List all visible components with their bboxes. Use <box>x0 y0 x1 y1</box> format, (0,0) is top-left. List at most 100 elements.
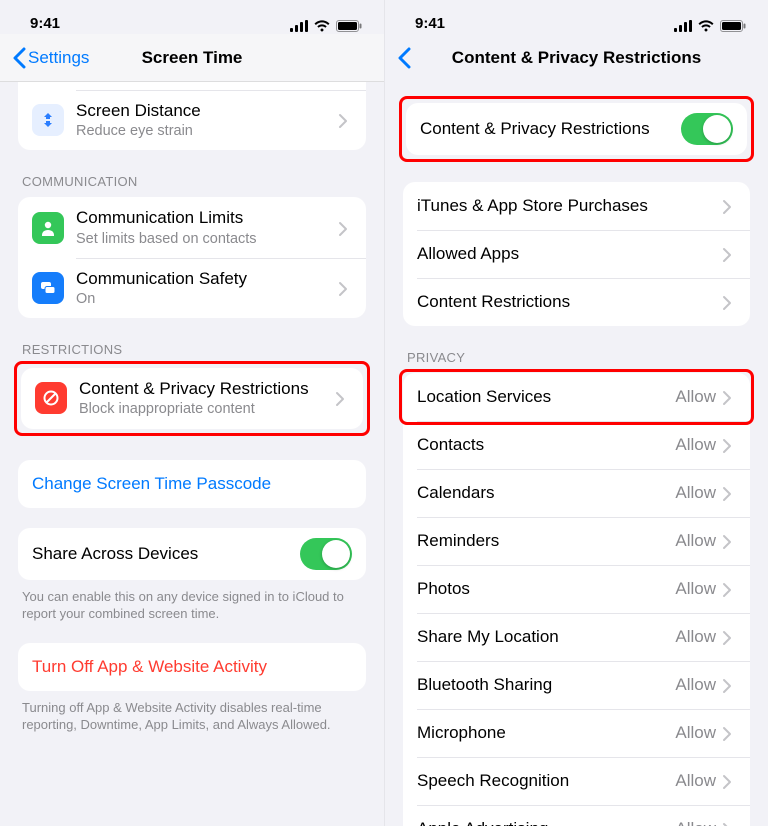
row-title: Turn Off App & Website Activity <box>32 656 352 677</box>
row-content-privacy-restrictions[interactable]: Content & Privacy Restrictions Block ina… <box>21 368 363 428</box>
nav-title: Content & Privacy Restrictions <box>385 48 768 68</box>
chevron-right-icon <box>722 486 736 500</box>
wifi-icon <box>698 20 714 32</box>
row-title: Speech Recognition <box>417 770 675 791</box>
row-value: Allow <box>675 435 716 455</box>
battery-icon <box>336 20 362 32</box>
row-cutoff-sub: Choose apps to allow at all times <box>76 82 352 85</box>
row-content-restrictions[interactable]: Content Restrictions <box>403 278 750 326</box>
chevron-right-icon <box>722 247 736 261</box>
row-sub: Block inappropriate content <box>79 400 335 418</box>
row-title: Content & Privacy Restrictions <box>420 118 681 139</box>
screen-time-screen: 9:41 Settings Screen Time <box>0 0 384 826</box>
row-communication-limits[interactable]: Communication Limits Set limits based on… <box>18 197 366 257</box>
row-cpr-toggle[interactable]: Content & Privacy Restrictions <box>406 103 747 155</box>
row-title: Screen Distance <box>76 100 338 121</box>
nav-title: Screen Time <box>0 48 384 68</box>
share-toggle[interactable] <box>300 538 352 570</box>
row-title: Share My Location <box>417 626 675 647</box>
row-itunes-purchases[interactable]: iTunes & App Store Purchases <box>403 182 750 230</box>
group-turn-off: Turn Off App & Website Activity Turning … <box>18 643 366 734</box>
chevron-right-icon <box>722 822 736 826</box>
row-share-across-devices[interactable]: Share Across Devices <box>18 528 366 580</box>
row-value: Allow <box>675 483 716 503</box>
row-value: Allow <box>675 723 716 743</box>
row-privacy-microphone[interactable]: MicrophoneAllow <box>403 709 750 757</box>
row-title: Reminders <box>417 530 675 551</box>
cpr-content: Content & Privacy Restrictions iTunes & … <box>385 82 768 826</box>
highlight-box-cpr-toggle: Content & Privacy Restrictions <box>399 96 754 162</box>
chevron-right-icon <box>722 774 736 788</box>
row-privacy-share-my-location[interactable]: Share My LocationAllow <box>403 613 750 661</box>
chevron-right-icon <box>338 221 352 235</box>
chevron-right-icon <box>338 113 352 127</box>
group-share: Share Across Devices You can enable this… <box>18 528 366 623</box>
section-header-communication: COMMUNICATION <box>18 174 366 197</box>
row-privacy-photos[interactable]: PhotosAllow <box>403 565 750 613</box>
chevron-right-icon <box>722 582 736 596</box>
screen-distance-icon <box>32 104 64 136</box>
row-value: Allow <box>675 819 716 826</box>
chevron-right-icon <box>722 199 736 213</box>
row-title: iTunes & App Store Purchases <box>417 195 722 216</box>
row-privacy-bluetooth-sharing[interactable]: Bluetooth SharingAllow <box>403 661 750 709</box>
row-title: Allowed Apps <box>417 243 722 264</box>
chevron-right-icon <box>722 534 736 548</box>
row-title: Photos <box>417 578 675 599</box>
row-privacy-location-services[interactable]: Location ServicesAllow <box>403 373 750 421</box>
row-value: Allow <box>675 627 716 647</box>
row-privacy-reminders[interactable]: RemindersAllow <box>403 517 750 565</box>
chevron-right-icon <box>722 630 736 644</box>
chevron-right-icon <box>722 295 736 309</box>
row-title: Share Across Devices <box>32 543 300 564</box>
cellular-icon <box>290 20 308 32</box>
row-communication-safety[interactable]: Communication Safety On <box>18 258 366 318</box>
section-header-privacy: PRIVACY <box>403 350 750 373</box>
cpr-screen: 9:41 Content & Privacy Restrictions <box>384 0 768 826</box>
row-sub: Set limits based on contacts <box>76 230 338 248</box>
share-footer-note: You can enable this on any device signed… <box>18 580 366 623</box>
row-privacy-apple-advertising[interactable]: Apple AdvertisingAllow <box>403 805 750 826</box>
row-title: Communication Limits <box>76 207 338 228</box>
status-bar: 9:41 <box>385 0 768 34</box>
chevron-right-icon <box>338 281 352 295</box>
group-distance: Choose apps to allow at all times Screen… <box>18 82 366 150</box>
row-value: Allow <box>675 387 716 407</box>
row-title: Communication Safety <box>76 268 338 289</box>
cpr-toggle[interactable] <box>681 113 733 145</box>
row-privacy-contacts[interactable]: ContactsAllow <box>403 421 750 469</box>
row-screen-distance[interactable]: Screen Distance Reduce eye strain <box>18 90 366 150</box>
status-bar: 9:41 <box>0 0 384 34</box>
row-title: Content Restrictions <box>417 291 722 312</box>
turnoff-footer-note: Turning off App & Website Activity disab… <box>18 691 366 734</box>
highlight-box-cpr: Content & Privacy Restrictions Block ina… <box>14 361 370 435</box>
group-passcode: Change Screen Time Passcode <box>18 460 366 508</box>
nav-bar: Content & Privacy Restrictions <box>385 34 768 82</box>
row-change-passcode[interactable]: Change Screen Time Passcode <box>18 460 366 508</box>
group-store-apps: iTunes & App Store Purchases Allowed App… <box>403 182 750 326</box>
chevron-right-icon <box>335 391 349 405</box>
cellular-icon <box>674 20 692 32</box>
row-allowed-apps[interactable]: Allowed Apps <box>403 230 750 278</box>
group-privacy: PRIVACY Location ServicesAllowContactsAl… <box>403 350 750 826</box>
chat-bubbles-icon <box>32 272 64 304</box>
status-clock: 9:41 <box>30 15 60 32</box>
group-communication: COMMUNICATION Communication Limits Set l… <box>18 174 366 318</box>
row-value: Allow <box>675 675 716 695</box>
row-title: Location Services <box>417 386 675 407</box>
row-value: Allow <box>675 531 716 551</box>
no-entry-icon <box>35 382 67 414</box>
row-privacy-speech-recognition[interactable]: Speech RecognitionAllow <box>403 757 750 805</box>
row-turn-off-activity[interactable]: Turn Off App & Website Activity <box>18 643 366 691</box>
row-title: Microphone <box>417 722 675 743</box>
status-indicators <box>674 20 746 32</box>
status-indicators <box>290 20 362 32</box>
row-sub: On <box>76 290 338 308</box>
row-cutoff: Choose apps to allow at all times <box>18 82 366 90</box>
screen-time-content: Choose apps to allow at all times Screen… <box>0 82 384 826</box>
chevron-right-icon <box>722 438 736 452</box>
row-privacy-calendars[interactable]: CalendarsAllow <box>403 469 750 517</box>
row-value: Allow <box>675 579 716 599</box>
row-title: Content & Privacy Restrictions <box>79 378 335 399</box>
person-icon <box>32 212 64 244</box>
